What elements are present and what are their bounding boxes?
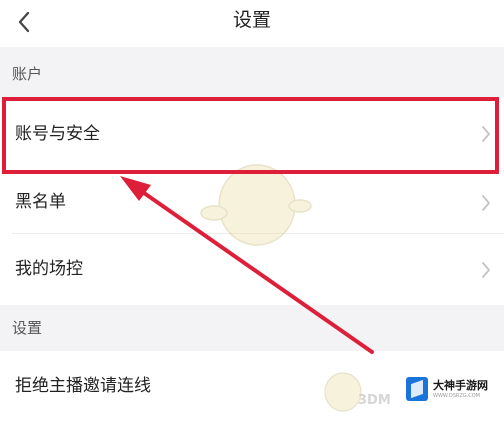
chevron-left-icon: [18, 11, 30, 33]
row-blacklist[interactable]: 黑名单: [0, 171, 504, 234]
chevron-right-icon: [482, 195, 490, 211]
row-label: 黑名单: [15, 192, 66, 212]
row-label: 我的场控: [15, 259, 83, 279]
cube-logo-icon: [406, 377, 428, 401]
row-account-security[interactable]: 账号与安全: [0, 97, 504, 171]
row-label: 账号与安全: [15, 124, 100, 144]
watermark-subtitle: WWW.DSRZG.COM: [433, 392, 480, 399]
section-header-account: 账户: [0, 47, 504, 97]
watermark-title: 大神手游网: [433, 378, 488, 392]
section-header-settings: 设置: [0, 305, 504, 351]
site-watermark: 大神手游网 WWW.DSRZG.COM: [400, 366, 504, 412]
chevron-right-icon: [482, 262, 490, 278]
watermark-3dm: 3DM: [358, 393, 391, 408]
watermark-text: 大神手游网 WWW.DSRZG.COM: [433, 380, 488, 399]
chevron-right-icon: [482, 126, 490, 142]
row-my-moderators[interactable]: 我的场控: [0, 234, 504, 305]
settings-screen: 设置 账户 账号与安全 黑名单 我的场控 设置 拒绝主播邀请连线 3DM 大神手…: [0, 0, 504, 421]
page-title: 设置: [232, 9, 271, 31]
row-label: 拒绝主播邀请连线: [15, 376, 151, 396]
nav-header: 设置: [0, 0, 504, 47]
back-button[interactable]: [6, 6, 42, 38]
